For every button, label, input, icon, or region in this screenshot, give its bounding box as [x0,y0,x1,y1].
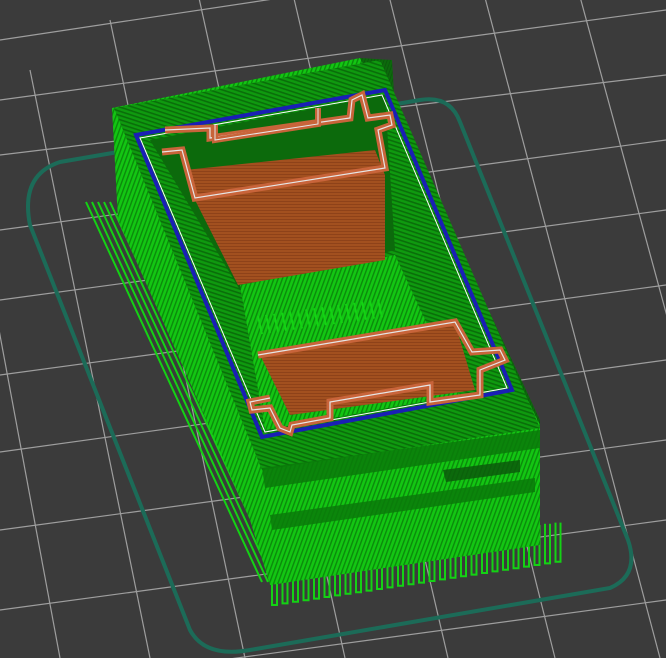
bed-grid-line [0,0,271,41]
bed-grid-line [580,0,666,315]
support-finger [544,523,551,565]
bed-grid-line [232,599,666,658]
print-preview-scene[interactable] [0,0,666,658]
gcode-preview-viewport[interactable] [0,0,666,658]
support-finger [554,522,562,563]
